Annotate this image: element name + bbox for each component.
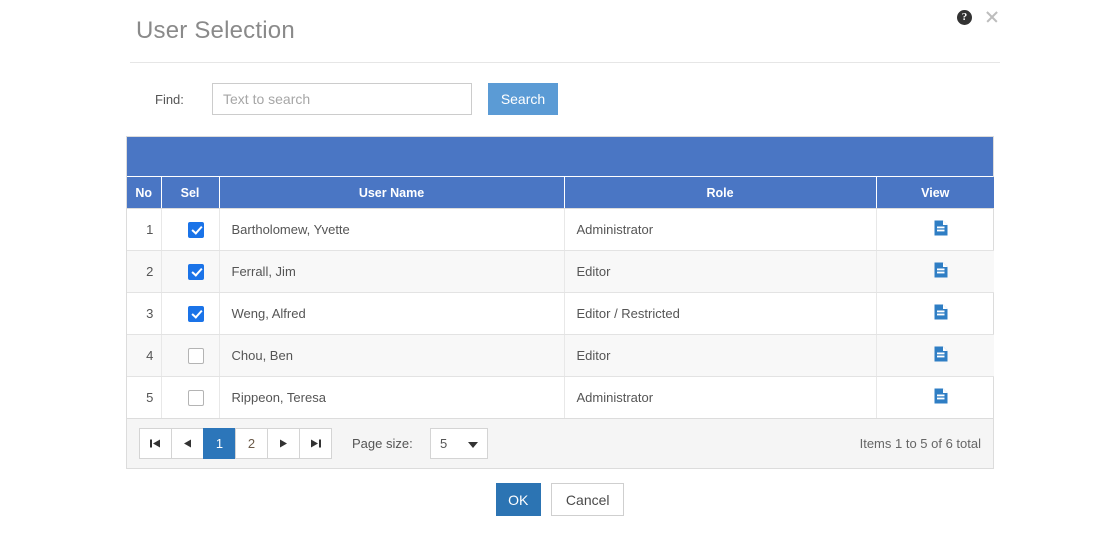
- cancel-button[interactable]: Cancel: [551, 483, 625, 516]
- row-checkbox[interactable]: [188, 221, 204, 238]
- document-icon[interactable]: [934, 346, 948, 362]
- cell-role: Editor: [564, 334, 877, 377]
- cell-view: [876, 334, 994, 377]
- next-page-icon: [280, 439, 287, 448]
- table-row[interactable]: 3 Weng, Alfred Editor / Restricted: [127, 292, 994, 335]
- chevron-down-icon: [468, 442, 478, 448]
- search-button[interactable]: Search: [488, 83, 558, 115]
- column-header-user-name[interactable]: User Name: [219, 177, 565, 209]
- row-checkbox[interactable]: [188, 347, 204, 364]
- page-size-label: Page size:: [352, 436, 413, 451]
- search-bar: Find: Search: [130, 83, 1000, 117]
- table-row[interactable]: 2 Ferrall, Jim Editor: [127, 250, 994, 293]
- pager: 1 2 Page size: 5 Items 1 to 5 of 6 total: [127, 418, 993, 468]
- cell-role: Administrator: [564, 376, 877, 418]
- user-grid: No Sel User Name Role View 1 Bartholomew,…: [126, 136, 994, 469]
- cell-role: Administrator: [564, 208, 877, 251]
- cell-select: [161, 334, 220, 377]
- row-checkbox[interactable]: [188, 263, 204, 280]
- pager-buttons: 1 2: [139, 428, 332, 459]
- cell-row-number: 3: [127, 292, 162, 335]
- cell-row-number: 1: [127, 208, 162, 251]
- cell-select: [161, 292, 220, 335]
- cell-role: Editor / Restricted: [564, 292, 877, 335]
- cell-view: [876, 250, 994, 293]
- cell-view: [876, 208, 994, 251]
- document-icon[interactable]: [934, 388, 948, 404]
- column-header-role[interactable]: Role: [564, 177, 877, 209]
- pager-page-2[interactable]: 2: [235, 428, 268, 459]
- table-row[interactable]: 4 Chou, Ben Editor: [127, 334, 994, 377]
- dialog-titlebar: User Selection ?: [130, 0, 1000, 63]
- cell-select: [161, 376, 220, 418]
- page-size-select[interactable]: 5: [430, 428, 488, 459]
- window-controls: ?: [957, 9, 1000, 25]
- column-header-view[interactable]: View: [876, 177, 994, 209]
- first-page-icon: [150, 439, 160, 448]
- cell-view: [876, 292, 994, 335]
- grid-toolbar: [127, 137, 993, 177]
- user-selection-dialog: User Selection ? Find: Search No Sel Use…: [0, 0, 1120, 535]
- pager-page-1[interactable]: 1: [203, 428, 236, 459]
- ok-button[interactable]: OK: [495, 483, 541, 516]
- pager-next-button[interactable]: [267, 428, 300, 459]
- document-icon[interactable]: [934, 262, 948, 278]
- cell-select: [161, 250, 220, 293]
- cell-view: [876, 377, 994, 419]
- cell-user-name: Weng, Alfred: [219, 292, 565, 335]
- cell-user-name: Rippeon, Teresa: [219, 376, 565, 418]
- column-header-no[interactable]: No: [127, 177, 162, 209]
- column-header-sel[interactable]: Sel: [161, 177, 220, 209]
- cell-role: Editor: [564, 250, 877, 293]
- find-label: Find:: [155, 92, 184, 107]
- pager-first-button[interactable]: [139, 428, 172, 459]
- cell-row-number: 2: [127, 250, 162, 293]
- pager-info: Items 1 to 5 of 6 total: [859, 436, 981, 451]
- search-input[interactable]: [212, 83, 472, 115]
- pager-last-button[interactable]: [299, 428, 332, 459]
- cell-select: [161, 208, 220, 251]
- prev-page-icon: [184, 439, 191, 448]
- document-icon[interactable]: [934, 304, 948, 320]
- page-size-value: 5: [440, 436, 448, 451]
- cell-row-number: 5: [127, 376, 162, 418]
- close-icon[interactable]: [984, 9, 1000, 25]
- cell-row-number: 4: [127, 334, 162, 377]
- page-title: User Selection: [136, 17, 295, 44]
- table-row[interactable]: 1 Bartholomew, Yvette Administrator: [127, 208, 994, 251]
- cell-user-name: Ferrall, Jim: [219, 250, 565, 293]
- table-row[interactable]: 5 Rippeon, Teresa Administrator: [127, 376, 994, 419]
- cell-user-name: Chou, Ben: [219, 334, 565, 377]
- row-checkbox[interactable]: [188, 389, 204, 406]
- dialog-footer: OK Cancel: [0, 483, 1120, 516]
- user-table: No Sel User Name Role View 1 Bartholomew,…: [127, 177, 994, 418]
- last-page-icon: [311, 439, 321, 448]
- help-circle-icon[interactable]: ?: [957, 9, 972, 25]
- table-header-row: No Sel User Name Role View: [127, 177, 994, 209]
- table-body: 1 Bartholomew, Yvette Administrator 2 Ferral…: [127, 208, 994, 419]
- pager-prev-button[interactable]: [171, 428, 204, 459]
- cell-user-name: Bartholomew, Yvette: [219, 208, 565, 251]
- document-icon[interactable]: [934, 220, 948, 236]
- row-checkbox[interactable]: [188, 305, 204, 322]
